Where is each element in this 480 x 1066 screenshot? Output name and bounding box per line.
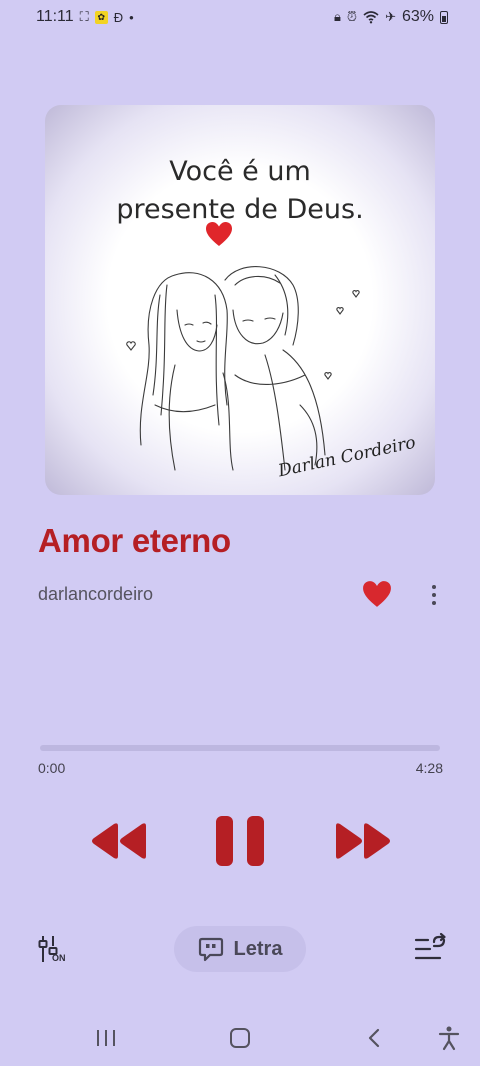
home-icon [230,1028,250,1048]
rewind-icon [92,823,146,859]
more-options-button[interactable] [422,580,446,610]
album-art-text-line1: Você é um [169,156,311,187]
heart-filled-icon [363,581,391,607]
recents-button[interactable] [94,1024,118,1052]
clock: 11:11 [36,8,74,25]
recents-icon [97,1030,115,1046]
status-bar: 11:11 ⛶ ✿ Ɖ • 🔒︎ ⏰︎ ✈ 63% [0,0,480,34]
more-vert-icon-dot [432,593,436,597]
current-time: 0:00 [38,760,66,776]
seek-bar[interactable] [40,745,440,751]
couple-sketch-illustration [126,266,360,471]
previous-button[interactable] [88,818,150,864]
lyrics-button[interactable]: Letra [174,926,306,972]
pause-button[interactable] [212,814,268,868]
battery-icon [440,10,448,24]
lock-icon: 🔒︎ [334,9,341,24]
lyrics-quote-icon [198,937,223,962]
song-title: Amor eterno [38,522,231,559]
lyrics-button-label: Letra [233,937,283,960]
accessibility-button[interactable] [437,1024,461,1052]
accessibility-icon [438,1026,460,1051]
queue-repeat-button[interactable] [412,932,448,966]
like-button[interactable] [362,580,392,608]
app-notification-icon: ✿ [94,10,108,24]
more-notifications-dot-icon: • [129,9,134,25]
back-button[interactable] [364,1024,384,1052]
back-chevron-icon [368,1028,380,1048]
alarm-icon: ⏰︎ [346,9,358,24]
more-vert-icon-dot [432,601,436,605]
screenshot-icon: ⛶ [79,9,89,24]
airplane-mode-icon: ✈ [385,9,396,24]
next-button[interactable] [332,818,394,864]
queue-repeat-icon [414,932,446,960]
system-navigation-bar [0,1010,480,1066]
status-left: 11:11 ⛶ ✿ Ɖ • [36,8,134,26]
album-art: Você é um presente de Deus. Darlan Corde… [45,105,435,495]
pause-icon [216,816,264,866]
battery-percent: 63% [401,8,434,25]
notification-icon: Ɖ [113,9,124,25]
more-vert-icon-dot [432,585,436,589]
album-art-heart-icon [206,222,232,246]
home-button[interactable] [228,1024,252,1052]
equalizer-status-badge: ON [52,953,66,963]
fast-forward-icon [336,823,390,859]
album-art-text-line2: presente de Deus. [116,194,364,225]
total-duration: 4:28 [415,760,443,776]
status-right: 🔒︎ ⏰︎ ✈ 63% [334,8,448,26]
equalizer-button[interactable]: ON [36,932,70,968]
artist-name[interactable]: darlancordeiro [38,584,153,605]
wifi-icon [363,11,379,24]
